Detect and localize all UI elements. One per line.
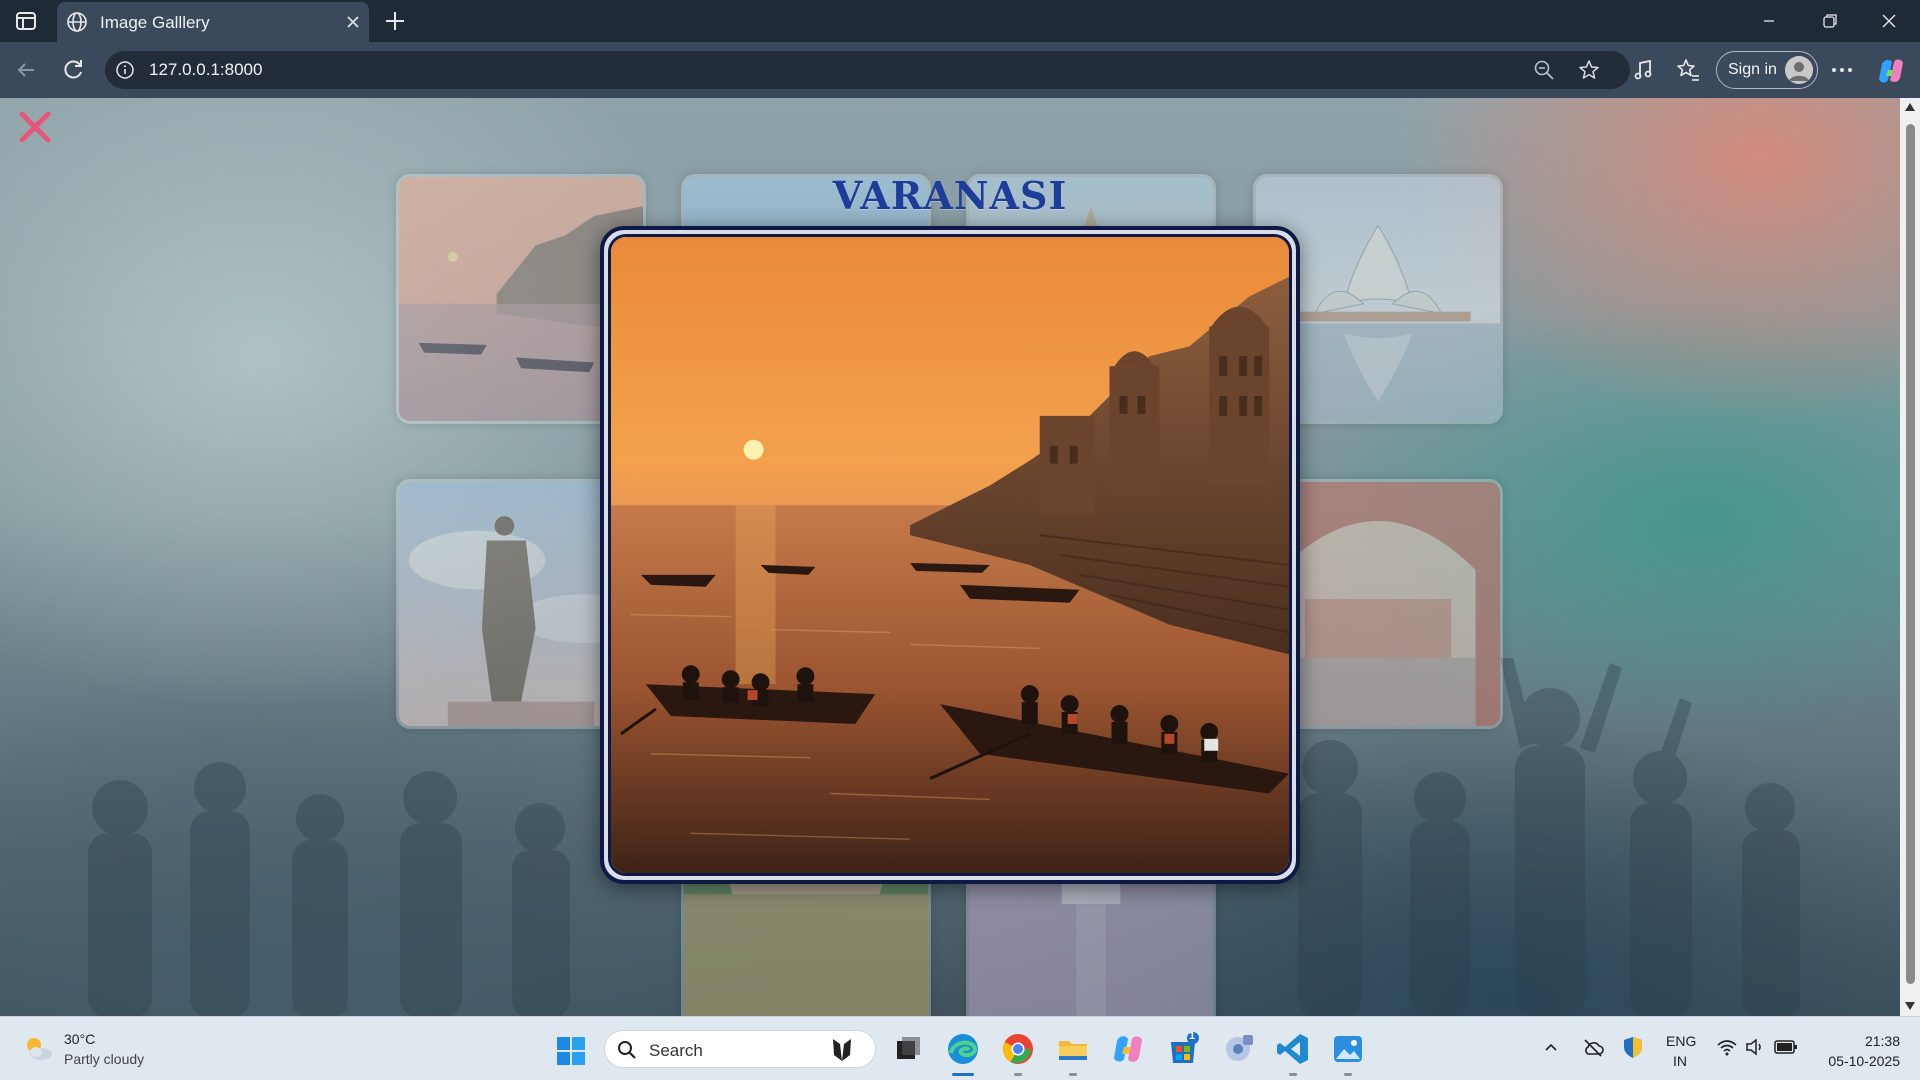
copilot-app-icon[interactable] (1110, 1031, 1146, 1067)
image-modal (600, 226, 1300, 884)
reload-icon[interactable] (59, 56, 87, 84)
page-viewport: VARANASI (0, 98, 1900, 1016)
minimize-icon[interactable] (1746, 6, 1792, 36)
edge-active-indicator (952, 1073, 974, 1076)
sign-in-button[interactable]: Sign in (1716, 51, 1818, 89)
vscode-icon[interactable] (1275, 1031, 1311, 1067)
tab-strip: Image Galllery (0, 0, 1920, 42)
scroll-up-arrow-icon[interactable] (1905, 103, 1915, 111)
address-bar[interactable]: 127.0.0.1:8000 (105, 51, 1630, 89)
url-text[interactable]: 127.0.0.1:8000 (149, 60, 262, 80)
zoom-out-icon[interactable] (1533, 59, 1555, 81)
security-shield-icon[interactable] (1622, 1035, 1644, 1059)
taskbar: 30°C Partly cloudy Search 1 ENG IN 21:38… (0, 1016, 1920, 1080)
settings-app-icon[interactable] (1220, 1031, 1256, 1067)
clock-time[interactable]: 21:38 (1842, 1033, 1900, 1049)
tab-title: Image Galllery (100, 13, 210, 32)
restore-icon[interactable] (1806, 6, 1852, 36)
copilot-icon[interactable] (1876, 56, 1906, 86)
browser-toolbar: 127.0.0.1:8000 Sign in (0, 42, 1920, 98)
sidebar-toggle-icon[interactable] (14, 9, 38, 33)
close-tab-icon[interactable] (343, 12, 363, 32)
close-gallery-icon[interactable] (18, 110, 52, 144)
sign-in-label: Sign in (1728, 61, 1777, 78)
region-indicator[interactable]: IN (1673, 1053, 1687, 1069)
modal-title: VARANASI (832, 173, 1068, 218)
weather-description[interactable]: Partly cloudy (64, 1051, 144, 1067)
photos-running-indicator (1344, 1073, 1352, 1076)
windows-start-icon[interactable] (556, 1036, 586, 1066)
microsoft-store-icon[interactable]: 1 (1165, 1030, 1201, 1067)
vscode-running-indicator (1289, 1073, 1297, 1076)
task-view-icon[interactable] (890, 1031, 926, 1067)
taskbar-search-box[interactable]: Search (604, 1030, 876, 1068)
search-highlight-icon (827, 1035, 857, 1065)
wifi-icon[interactable] (1716, 1037, 1738, 1057)
onedrive-offline-icon[interactable] (1582, 1037, 1604, 1059)
scroll-thumb[interactable] (1906, 124, 1915, 984)
store-notification-badge: 1 (1189, 1030, 1196, 1042)
globe-icon (65, 10, 89, 34)
more-options-icon[interactable] (1828, 56, 1856, 84)
new-tab-icon[interactable] (380, 6, 410, 36)
scroll-down-arrow-icon[interactable] (1905, 1002, 1915, 1010)
search-placeholder: Search (649, 1041, 703, 1060)
chrome-icon[interactable] (1000, 1031, 1036, 1067)
back-arrow-icon[interactable] (12, 56, 40, 84)
photos-app-icon[interactable] (1330, 1031, 1366, 1067)
site-info-icon[interactable] (115, 60, 135, 80)
favorite-star-icon[interactable] (1577, 58, 1601, 82)
volume-icon[interactable] (1744, 1037, 1766, 1057)
modal-image-varanasi (608, 234, 1292, 876)
partly-cloudy-icon[interactable] (22, 1033, 54, 1065)
explorer-running-indicator (1069, 1073, 1077, 1076)
file-explorer-icon[interactable] (1055, 1031, 1091, 1067)
weather-temperature[interactable]: 30°C (64, 1031, 95, 1047)
page-scrollbar[interactable] (1900, 98, 1920, 1016)
tab-image-gallery[interactable]: Image Galllery (57, 2, 369, 42)
battery-icon[interactable] (1774, 1038, 1798, 1056)
avatar-icon (1785, 56, 1813, 84)
read-aloud-icon[interactable] (1630, 56, 1658, 84)
favorites-icon[interactable] (1674, 56, 1702, 84)
chrome-running-indicator (1014, 1073, 1022, 1076)
language-indicator[interactable]: ENG (1666, 1033, 1696, 1049)
clock-date[interactable]: 05-10-2025 (1812, 1053, 1900, 1069)
window-close-icon[interactable] (1866, 6, 1912, 36)
chevron-up-icon[interactable] (1543, 1039, 1559, 1055)
edge-browser-icon[interactable] (945, 1031, 981, 1067)
search-icon (617, 1040, 637, 1060)
